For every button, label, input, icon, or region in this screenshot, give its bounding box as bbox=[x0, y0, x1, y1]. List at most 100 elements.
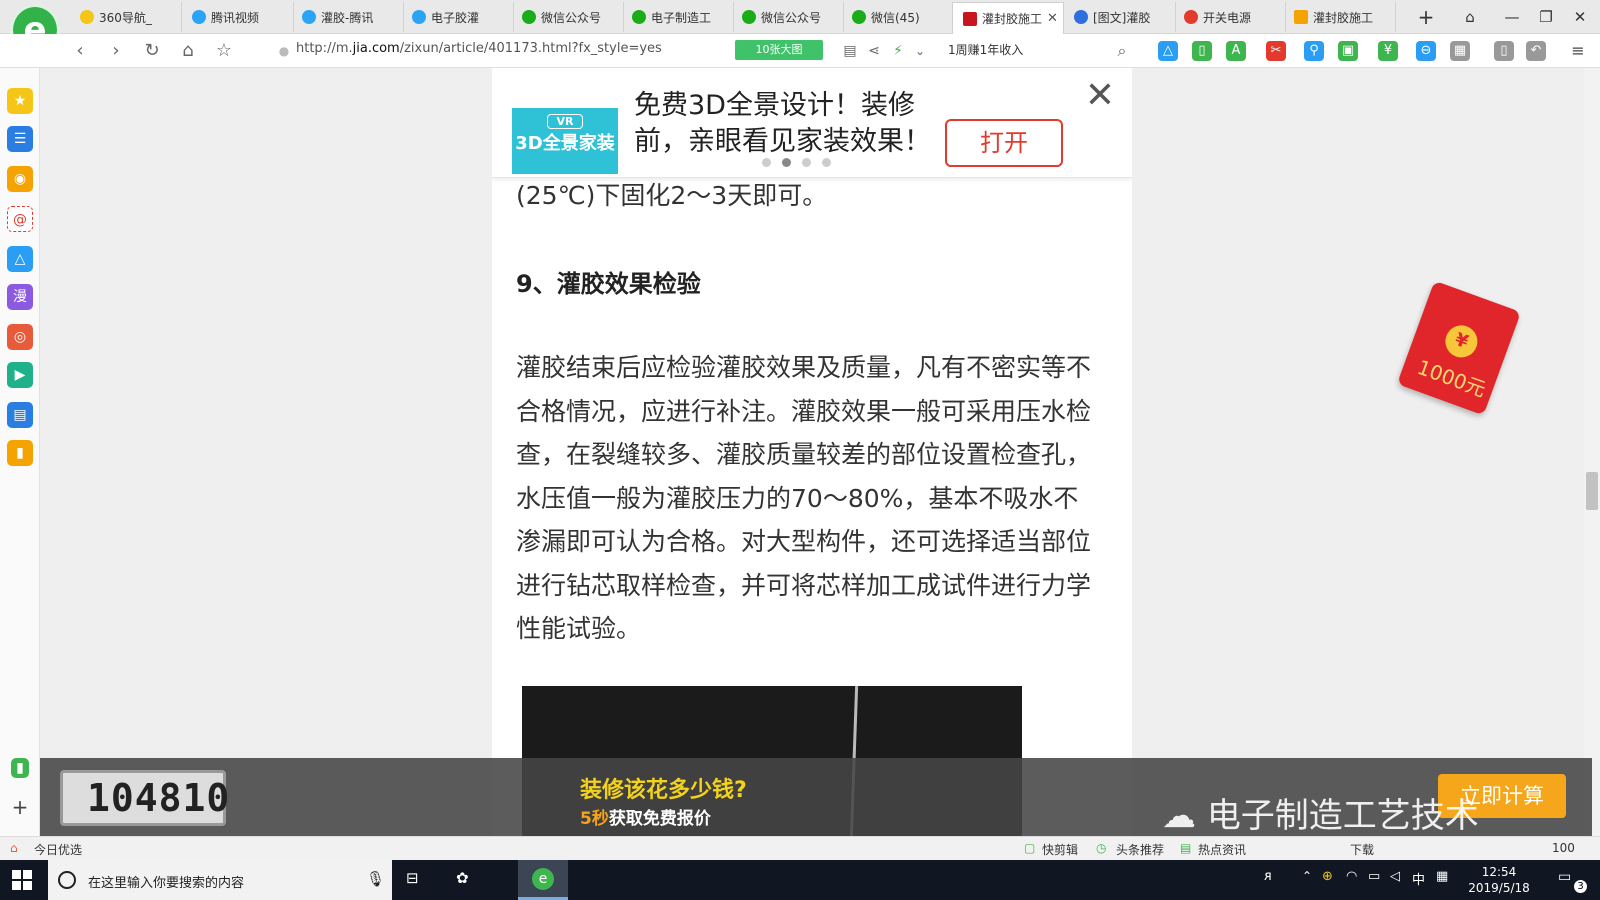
big-image-button[interactable]: 10张大图 bbox=[735, 40, 823, 60]
tab-favicon-icon bbox=[522, 10, 536, 24]
mail-icon[interactable]: @ bbox=[7, 206, 33, 232]
favorite-star-icon[interactable]: ☆ bbox=[212, 39, 236, 63]
mobile-icon[interactable]: ▯ bbox=[1494, 41, 1514, 61]
notification-center-icon[interactable]: ▭ bbox=[1558, 869, 1571, 885]
apps-grid-icon[interactable]: ▦ bbox=[1450, 41, 1470, 61]
magnifier-icon[interactable]: ⚲ bbox=[1304, 41, 1324, 61]
carousel-dot[interactable] bbox=[762, 158, 771, 167]
cloud-icon[interactable]: △ bbox=[1158, 41, 1178, 61]
tab[interactable]: [图文]灌胶 bbox=[1064, 2, 1176, 32]
windows-start-icon[interactable] bbox=[12, 870, 32, 890]
tab[interactable]: 腾讯视频 bbox=[182, 2, 294, 32]
window-close-button[interactable]: ✕ bbox=[1562, 4, 1598, 30]
taskbar-clock[interactable]: 12:54 2019/5/18 bbox=[1464, 864, 1534, 896]
vertical-scrollbar[interactable] bbox=[1584, 68, 1600, 858]
carousel-dot[interactable] bbox=[802, 158, 811, 167]
battery-icon[interactable]: ▮ bbox=[11, 758, 29, 778]
hot-news-link[interactable]: 热点资讯 bbox=[1198, 841, 1246, 858]
skin-icon[interactable]: ⌂ bbox=[1452, 4, 1488, 30]
search-icon[interactable]: ⌕ bbox=[1110, 39, 1134, 63]
banner-close-icon[interactable]: ✕ bbox=[1082, 78, 1118, 116]
scrollbar-thumb[interactable] bbox=[1586, 472, 1598, 510]
url-field[interactable]: http://m.jia.com/zixun/article/401173.ht… bbox=[296, 41, 662, 56]
video-icon[interactable]: ▶ bbox=[7, 362, 33, 388]
carousel-dot[interactable] bbox=[822, 158, 831, 167]
tab[interactable]: 微信公众号 bbox=[732, 2, 844, 32]
forward-icon[interactable]: › bbox=[104, 39, 128, 63]
tab-close-icon[interactable]: ✕ bbox=[1047, 11, 1058, 26]
home-icon[interactable]: ⌂ bbox=[176, 39, 200, 63]
site-info-icon[interactable]: ● bbox=[272, 39, 296, 63]
message-icon[interactable]: ⊖ bbox=[1416, 41, 1436, 61]
volume-icon[interactable]: ◁ bbox=[1390, 869, 1400, 884]
wifi-icon[interactable]: ◠ bbox=[1346, 869, 1357, 884]
zoom-level[interactable]: 100 bbox=[1552, 841, 1575, 855]
book-icon[interactable]: ▯ bbox=[1192, 41, 1212, 61]
tab[interactable]: 灌胶-腾讯 bbox=[292, 2, 404, 32]
tab[interactable]: 电子胶灌 bbox=[402, 2, 514, 32]
gamepad-icon[interactable]: ◎ bbox=[7, 324, 33, 350]
back-icon[interactable]: ‹ bbox=[68, 39, 92, 63]
tab-label: 微信公众号 bbox=[761, 10, 822, 25]
reload-icon[interactable]: ↻ bbox=[140, 39, 164, 63]
tray-chevron-icon[interactable]: ⌃ bbox=[1302, 869, 1312, 883]
share-icon[interactable]: ⋖ bbox=[862, 39, 886, 63]
task-view-icon[interactable]: ⊟ bbox=[406, 869, 419, 887]
headline-link[interactable]: 头条推荐 bbox=[1116, 841, 1164, 858]
tab-favicon-icon bbox=[412, 10, 426, 24]
news-ticker[interactable]: 1周赚1年收入 bbox=[948, 41, 1023, 58]
taskbar-search-box[interactable]: 在这里输入你要搜索的内容 🎙 bbox=[48, 860, 392, 900]
weibo-icon[interactable]: ◉ bbox=[7, 166, 33, 192]
microphone-icon[interactable]: 🎙 bbox=[366, 870, 385, 888]
ime-indicator[interactable]: 中 bbox=[1412, 869, 1425, 888]
speed-mode-icon[interactable]: ⚡ bbox=[886, 39, 910, 63]
app-promo-banner[interactable]: VR 3D全景家装 免费3D全景设计！装修前，亲眼看见家装效果！ 打开 ✕ bbox=[492, 68, 1132, 178]
carousel-dot-active[interactable] bbox=[782, 158, 791, 167]
yen-icon[interactable]: ¥ bbox=[1378, 41, 1398, 61]
bottom-ad-bar[interactable]: 104810元 装修该花多少钱? 5秒获取免费报价 立即计算 ☁ 电子制造工艺技… bbox=[40, 758, 1592, 866]
new-tab-button[interactable]: + bbox=[1408, 4, 1444, 30]
dropdown-chevron-icon[interactable]: ⌄ bbox=[908, 39, 932, 63]
screenshot-icon[interactable]: ✂ bbox=[1266, 41, 1286, 61]
price-counter: 104810元 bbox=[60, 770, 229, 866]
tab-favicon-icon bbox=[302, 10, 316, 24]
news-icon[interactable]: ☰ bbox=[7, 126, 33, 152]
download-link[interactable]: 下载 bbox=[1350, 841, 1374, 858]
comic-icon[interactable]: 漫 bbox=[7, 284, 33, 310]
tab[interactable]: 开关电源 bbox=[1174, 2, 1286, 32]
security-tray-icon[interactable]: ⊕ bbox=[1322, 869, 1333, 884]
clip-icon: ▢ bbox=[1024, 841, 1036, 855]
translate-icon[interactable]: A bbox=[1226, 41, 1246, 61]
document-icon[interactable]: ▤ bbox=[7, 402, 33, 428]
notes-icon[interactable]: ▮ bbox=[7, 440, 33, 466]
cloud-drive-icon[interactable]: △ bbox=[7, 246, 33, 272]
watermark-text: 电子制造工艺技术 bbox=[1206, 796, 1479, 836]
tab[interactable]: 灌封胶施工 bbox=[1284, 2, 1396, 32]
minimize-button[interactable]: — bbox=[1494, 4, 1530, 30]
game-icon[interactable]: ▣ bbox=[1338, 41, 1358, 61]
taskbar-browser-button[interactable]: e bbox=[518, 860, 568, 900]
today-picks-link[interactable]: 今日优选 bbox=[34, 841, 82, 858]
people-icon[interactable]: ᴙ bbox=[1264, 869, 1272, 884]
restore-button[interactable]: ❐ bbox=[1528, 4, 1564, 30]
tab-favicon-icon bbox=[80, 10, 94, 24]
fan-app-icon[interactable]: ✿ bbox=[456, 869, 469, 887]
red-envelope-ad[interactable]: ¥ 1000元 bbox=[1396, 280, 1522, 416]
tab-label: [图文]灌胶 bbox=[1093, 10, 1151, 25]
tab-active[interactable]: 灌封胶施工 ✕ bbox=[952, 2, 1064, 34]
menu-icon[interactable]: ≡ bbox=[1568, 41, 1588, 61]
tab[interactable]: 微信公众号 bbox=[512, 2, 624, 32]
tab[interactable]: 电子制造工 bbox=[622, 2, 734, 32]
tab-label: 腾讯视频 bbox=[211, 10, 260, 25]
undo-icon[interactable]: ↶ bbox=[1526, 41, 1546, 61]
quick-clip-link[interactable]: 快剪辑 bbox=[1042, 841, 1078, 858]
open-app-button[interactable]: 打开 bbox=[945, 119, 1063, 167]
reader-mode-icon[interactable]: ▤ bbox=[838, 39, 862, 63]
add-icon[interactable]: + bbox=[7, 794, 33, 820]
battery-tray-icon[interactable]: ▭ bbox=[1368, 869, 1380, 884]
coin-icon: ¥ bbox=[1440, 320, 1482, 362]
favorites-icon[interactable]: ★ bbox=[7, 88, 33, 114]
keyboard-icon[interactable]: ▦ bbox=[1436, 869, 1448, 884]
tab[interactable]: 微信(45) bbox=[842, 2, 954, 32]
tab[interactable]: 360导航_ bbox=[70, 2, 182, 32]
